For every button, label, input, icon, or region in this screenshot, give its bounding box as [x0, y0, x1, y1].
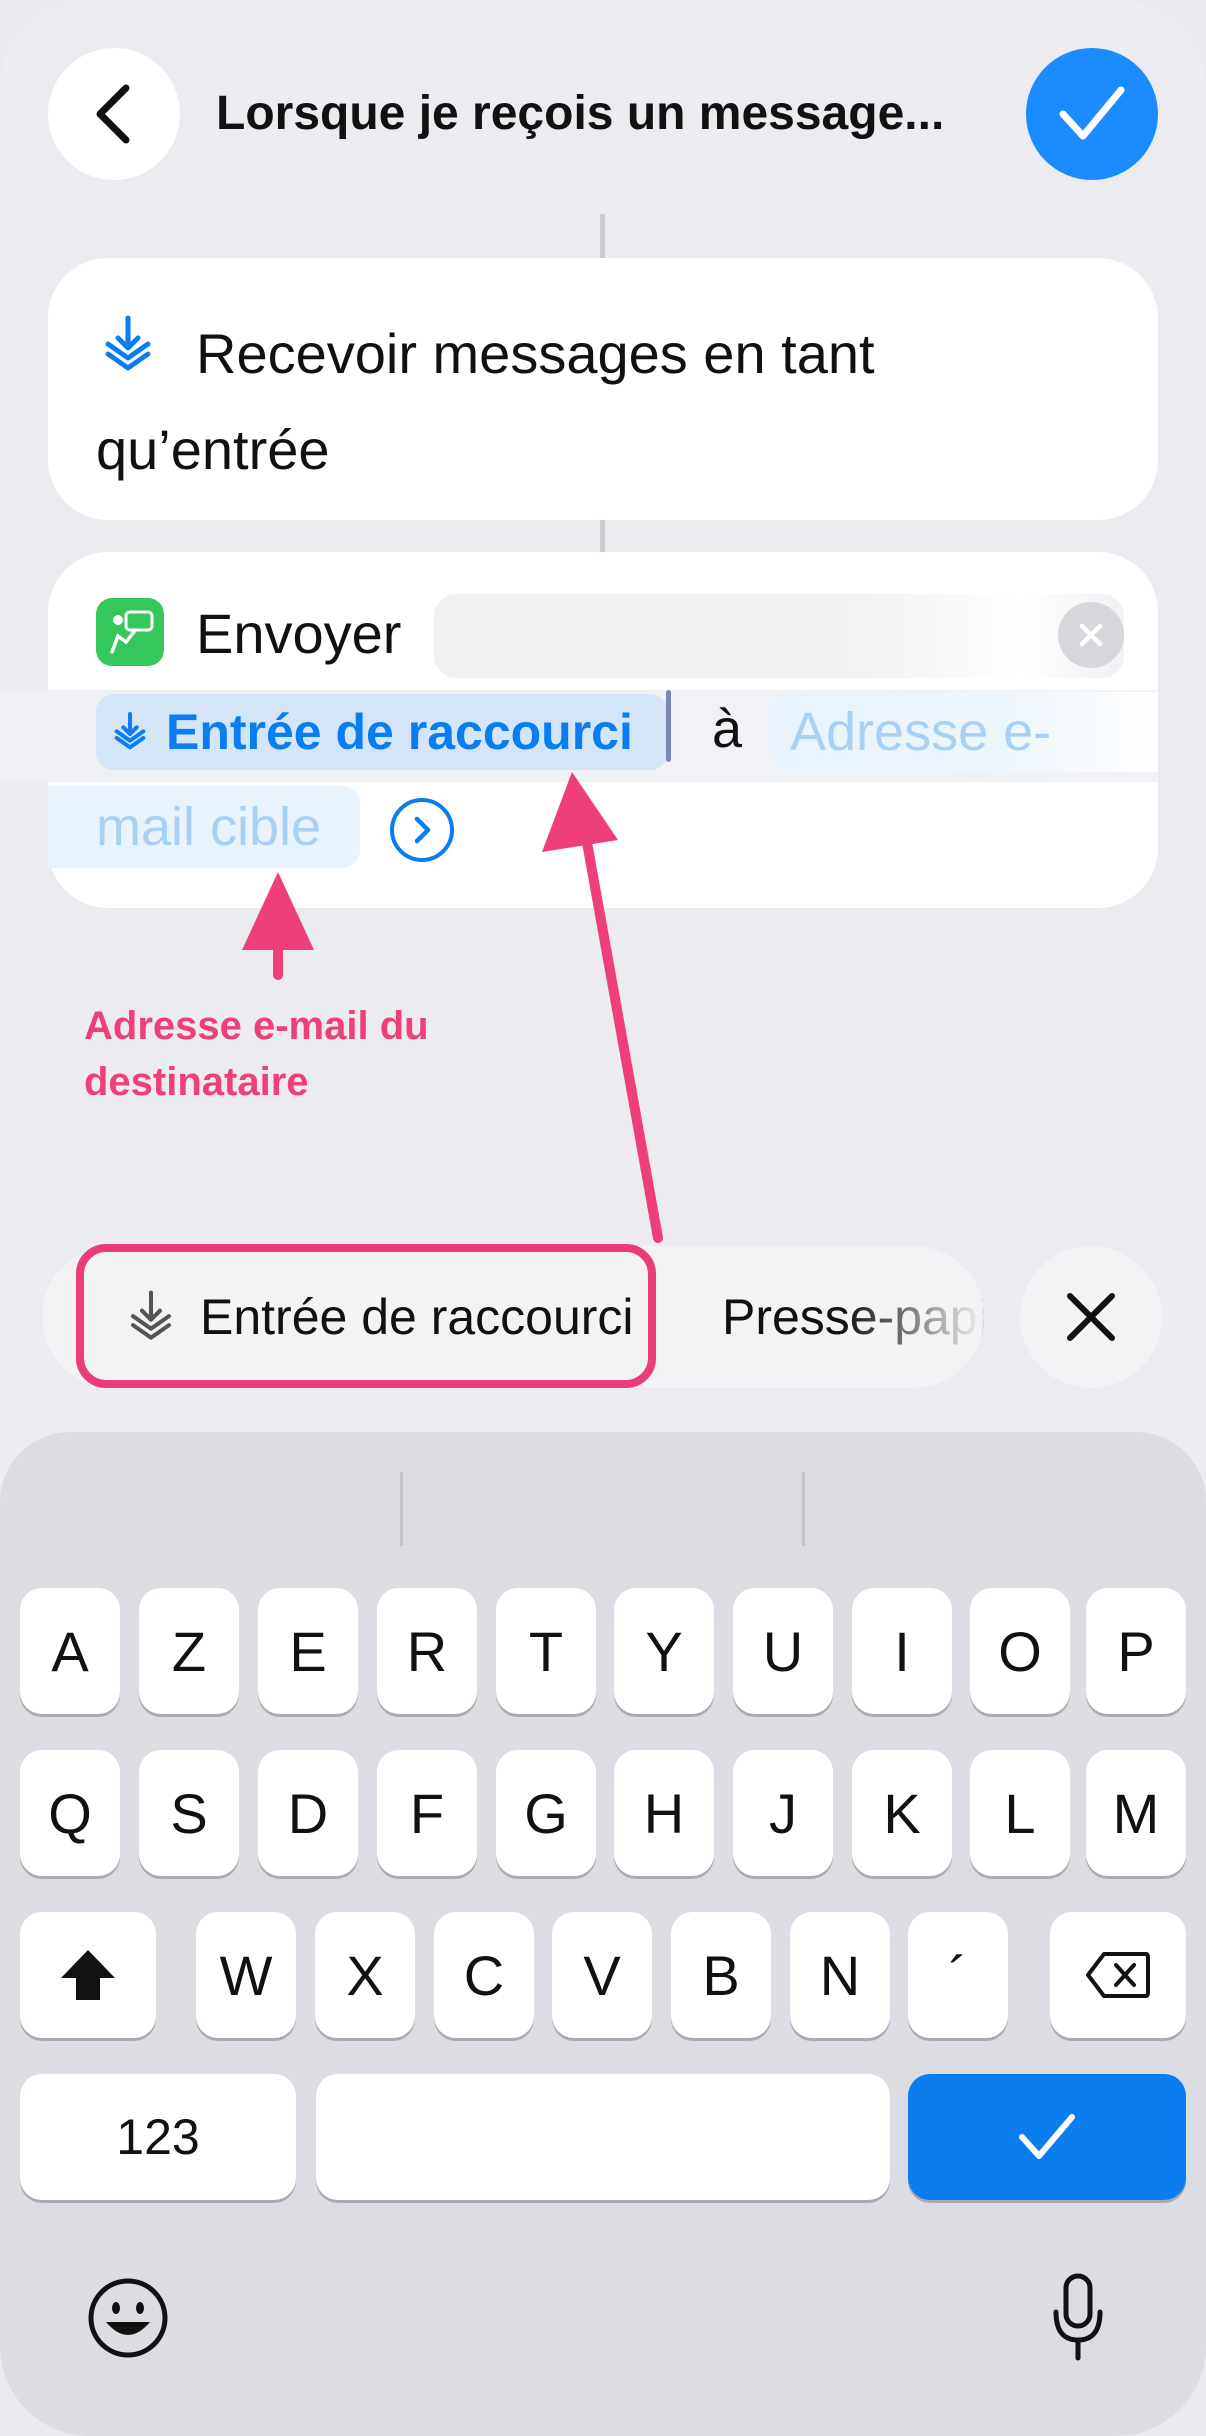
key-d[interactable]: D: [258, 1750, 358, 1876]
shortcut-input-icon: [130, 1290, 172, 1340]
key-r[interactable]: R: [377, 1588, 477, 1714]
screen: Lorsque je reçois un message... Recevoir…: [0, 0, 1206, 2436]
keyboard: A Z E R T Y U I O P Q S D F G H J K L M …: [0, 1432, 1206, 2436]
key-c[interactable]: C: [434, 1912, 534, 2038]
key-e[interactable]: E: [258, 1588, 358, 1714]
key-w[interactable]: W: [196, 1912, 296, 2038]
shift-key[interactable]: [20, 1912, 156, 2038]
suggestion-label: Entrée de raccourci: [200, 1289, 634, 1345]
prediction-divider: [400, 1472, 403, 1546]
key-x[interactable]: X: [315, 1912, 415, 2038]
prediction-divider: [802, 1472, 805, 1546]
key-acute-accent[interactable]: ´: [908, 1912, 1008, 2038]
close-icon: [1067, 1293, 1115, 1341]
key-i[interactable]: I: [852, 1588, 952, 1714]
key-f[interactable]: F: [377, 1750, 477, 1876]
microphone-icon[interactable]: [1050, 2272, 1106, 2364]
key-k[interactable]: K: [852, 1750, 952, 1876]
scroll-fade: [844, 1246, 984, 1388]
key-j[interactable]: J: [733, 1750, 833, 1876]
shift-icon: [61, 1950, 115, 2000]
key-q[interactable]: Q: [20, 1750, 120, 1876]
key-p[interactable]: P: [1086, 1588, 1186, 1714]
key-m[interactable]: M: [1086, 1750, 1186, 1876]
key-v[interactable]: V: [552, 1912, 652, 2038]
variable-suggestions-bar: Entrée de raccourci Presse-papiers: [42, 1246, 984, 1388]
key-z[interactable]: Z: [139, 1588, 239, 1714]
key-y[interactable]: Y: [614, 1588, 714, 1714]
suggestion-shortcut-input[interactable]: Entrée de raccourci: [78, 1246, 678, 1388]
key-h[interactable]: H: [614, 1750, 714, 1876]
key-a[interactable]: A: [20, 1588, 120, 1714]
backspace-icon: [1086, 1952, 1150, 1998]
numbers-key[interactable]: 123: [20, 2074, 296, 2200]
key-u[interactable]: U: [733, 1588, 833, 1714]
key-n[interactable]: N: [790, 1912, 890, 2038]
key-t[interactable]: T: [496, 1588, 596, 1714]
key-o[interactable]: O: [970, 1588, 1070, 1714]
emoji-icon[interactable]: [86, 2276, 170, 2360]
space-key[interactable]: [316, 2074, 890, 2200]
key-s[interactable]: S: [139, 1750, 239, 1876]
checkmark-icon: [1019, 2114, 1075, 2159]
done-key[interactable]: [908, 2074, 1186, 2200]
arrow-to-email-field: [242, 872, 314, 980]
key-b[interactable]: B: [671, 1912, 771, 2038]
key-l[interactable]: L: [970, 1750, 1070, 1876]
delete-key[interactable]: [1050, 1912, 1186, 2038]
annotation-label: Adresse e-mail du destinataire: [84, 1004, 429, 1104]
close-suggestions-button[interactable]: [1020, 1246, 1162, 1388]
key-g[interactable]: G: [496, 1750, 596, 1876]
